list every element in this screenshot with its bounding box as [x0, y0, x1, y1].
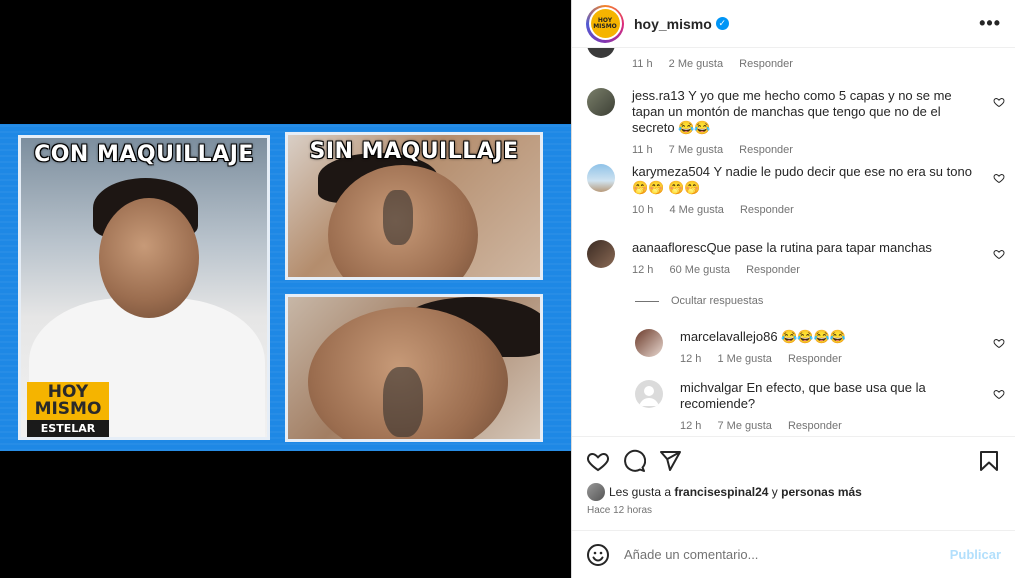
post-image: CON MAQUILLAJE HOY MISMO ESTELAR SIN MAQ…	[0, 124, 571, 451]
comment-likes[interactable]: 4 Me gusta	[669, 204, 723, 216]
like-comment-icon[interactable]	[993, 96, 1005, 108]
reply-button[interactable]: Responder	[739, 58, 793, 70]
image-panel-without-makeup-front: SIN MAQUILLAJE	[285, 132, 543, 280]
comment-avatar[interactable]	[587, 88, 615, 116]
comment-input[interactable]: Añade un comentario...	[624, 547, 950, 562]
like-comment-icon[interactable]	[993, 388, 1005, 400]
comment-text: pase la rutina para tapar manchas	[734, 240, 932, 255]
caption-without-makeup: SIN MAQUILLAJE	[309, 139, 519, 164]
comment-time: 11 h	[632, 58, 653, 70]
share-icon[interactable]	[658, 449, 682, 473]
avatar[interactable]: HOY MISMO	[586, 4, 624, 43]
post-media[interactable]: CON MAQUILLAJE HOY MISMO ESTELAR SIN MAQ…	[0, 0, 571, 578]
comment-avatar[interactable]	[587, 164, 615, 192]
comment-time: 12 h	[680, 353, 702, 365]
comment-likes[interactable]: 2 Me gusta	[669, 58, 723, 70]
likes-summary[interactable]: Les gusta a francisespinal24 y personas …	[572, 473, 1015, 501]
reply-button[interactable]: Responder	[746, 264, 800, 276]
image-panel-without-makeup-side	[285, 294, 543, 442]
comment-time: 12 h	[632, 264, 654, 276]
comment-time: 10 h	[632, 204, 654, 216]
comment-username[interactable]: aanaaflorescQue	[632, 240, 731, 255]
comment-likes[interactable]: 7 Me gusta	[669, 144, 723, 156]
publish-button[interactable]: Publicar	[950, 547, 1001, 562]
comment-time: 12 h	[680, 420, 702, 432]
emoji-icon[interactable]	[586, 543, 610, 567]
comment-likes[interactable]: 1 Me gusta	[717, 353, 771, 365]
save-bookmark-icon[interactable]	[977, 449, 1001, 473]
post-side-panel: HOY MISMO hoy_mismo ✓ ••• 11 h 2 Me gust…	[571, 0, 1015, 578]
liker-username[interactable]: francisespinal24	[674, 485, 768, 499]
caption-with-makeup: CON MAQUILLAJE	[34, 142, 254, 167]
comment-text: 😂😂😂😂	[781, 329, 846, 344]
comment-username[interactable]: jess.ra13	[632, 88, 685, 103]
comments-list[interactable]: 11 h 2 Me gusta Responder jess.ra13 Y yo…	[572, 48, 1015, 436]
hoy-mismo-badge: HOY MISMO ESTELAR	[27, 382, 109, 437]
like-icon[interactable]	[586, 449, 610, 473]
default-avatar-icon[interactable]	[635, 380, 663, 408]
reply-button[interactable]: Responder	[788, 420, 842, 432]
comment-time: 11 h	[632, 144, 653, 156]
comment-avatar[interactable]	[587, 48, 615, 58]
post-header: HOY MISMO hoy_mismo ✓ •••	[572, 0, 1015, 48]
more-options-icon[interactable]: •••	[979, 13, 1001, 34]
comment-username[interactable]: marcelavallejo86	[680, 329, 778, 344]
reply-button[interactable]: Responder	[788, 353, 842, 365]
comment-avatar[interactable]	[587, 240, 615, 268]
like-comment-icon[interactable]	[993, 172, 1005, 184]
comment-avatar[interactable]	[635, 329, 663, 357]
reply-button[interactable]: Responder	[739, 144, 793, 156]
hide-replies-button[interactable]: Ocultar respuestas	[635, 295, 763, 307]
like-comment-icon[interactable]	[993, 337, 1005, 349]
comment-likes[interactable]: 60 Me gusta	[669, 264, 730, 276]
comment-icon[interactable]	[622, 449, 646, 473]
verified-badge-icon: ✓	[715, 17, 729, 30]
comment-username[interactable]: karymeza504	[632, 164, 710, 179]
others-likes-link[interactable]: personas más	[781, 485, 862, 499]
like-comment-icon[interactable]	[993, 248, 1005, 260]
comment-likes[interactable]: 7 Me gusta	[717, 420, 771, 432]
post-timestamp: Hace 12 horas	[587, 505, 653, 516]
image-panel-with-makeup: CON MAQUILLAJE HOY MISMO ESTELAR	[18, 135, 270, 440]
liker-avatar	[587, 483, 605, 501]
add-comment-bar: Añade un comentario... Publicar	[572, 530, 1015, 578]
reply-button[interactable]: Responder	[740, 204, 794, 216]
post-username[interactable]: hoy_mismo	[634, 16, 712, 32]
comment-username[interactable]: michvalgar	[680, 380, 743, 395]
post-actions: Les gusta a francisespinal24 y personas …	[572, 436, 1015, 528]
